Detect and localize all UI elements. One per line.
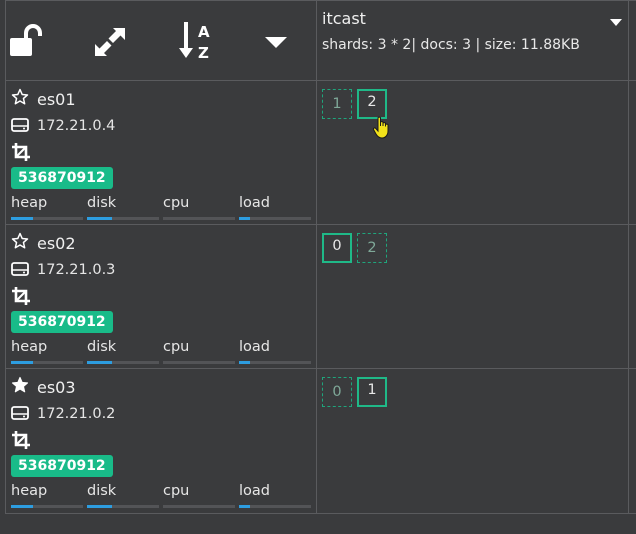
- metric-heap: heap: [11, 339, 83, 364]
- node-ip: 172.21.0.3: [37, 262, 116, 278]
- node-name[interactable]: es02: [37, 234, 76, 253]
- node-badge: 536870912: [11, 455, 113, 477]
- metric-label: cpu: [163, 483, 190, 499]
- cluster-overview-grid: A Z itcast shards: 3 * 2| docs: 3 | size…: [5, 0, 636, 514]
- metric-label: disk: [87, 483, 117, 499]
- toolbar: A Z: [5, 0, 316, 80]
- star-outline-icon: [11, 232, 29, 254]
- metric-fill: [239, 217, 250, 220]
- metric-fill: [87, 505, 113, 508]
- metric-fill: [11, 361, 33, 364]
- metric-heap: heap: [11, 195, 83, 220]
- shard-cell-es03: 0 1: [322, 369, 622, 513]
- index-menu-caret-icon[interactable]: [610, 12, 622, 31]
- metric-load: load: [239, 483, 311, 508]
- metric-bar: [239, 505, 311, 508]
- metric-cpu: cpu: [163, 195, 235, 220]
- primary-shard[interactable]: 0: [322, 233, 352, 263]
- metric-disk: disk: [87, 339, 159, 364]
- svg-text:Z: Z: [198, 44, 209, 62]
- metric-bar: [87, 217, 159, 220]
- caret-down-icon[interactable]: [264, 36, 288, 50]
- metric-bar: [239, 361, 311, 364]
- expand-icon[interactable]: [93, 26, 127, 58]
- metric-load: load: [239, 339, 311, 364]
- metric-label: load: [239, 339, 270, 355]
- metric-label: load: [239, 195, 270, 211]
- replica-shard[interactable]: 2: [357, 233, 387, 263]
- metric-bar: [11, 361, 83, 364]
- metric-bar: [163, 217, 235, 220]
- replica-shard[interactable]: 0: [322, 377, 352, 407]
- node-row-es02: es02 172.21.0.3 536870912 heap disk cpu …: [5, 225, 316, 369]
- metric-disk: disk: [87, 483, 159, 508]
- node-name-row: es03: [11, 376, 76, 398]
- node-name-row: es02: [11, 232, 76, 254]
- unlock-icon[interactable]: [9, 24, 45, 58]
- index-stats: shards: 3 * 2| docs: 3 | size: 11.88KB: [322, 37, 580, 53]
- metric-label: disk: [87, 339, 117, 355]
- node-ip-row: 172.21.0.3: [11, 260, 115, 280]
- metric-label: cpu: [163, 339, 190, 355]
- metric-bar: [87, 505, 159, 508]
- metric-bar: [87, 361, 159, 364]
- replica-shard[interactable]: 1: [322, 89, 352, 119]
- metric-label: load: [239, 483, 270, 499]
- metric-fill: [239, 505, 250, 508]
- hard-drive-icon: [11, 405, 29, 424]
- primary-shard[interactable]: 2: [357, 89, 387, 119]
- metric-bar: [11, 217, 83, 220]
- node-badge: 536870912: [11, 311, 113, 333]
- primary-shard[interactable]: 1: [357, 377, 387, 407]
- node-badge: 536870912: [11, 167, 113, 189]
- metric-label: heap: [11, 483, 48, 499]
- metric-label: cpu: [163, 195, 190, 211]
- metric-heap: heap: [11, 483, 83, 508]
- metric-bar: [163, 361, 235, 364]
- grid-line: [316, 0, 317, 514]
- node-ip-row: 172.21.0.2: [11, 404, 115, 424]
- metric-fill: [87, 217, 113, 220]
- hard-drive-icon: [11, 117, 29, 136]
- metric-fill: [87, 361, 113, 364]
- metric-bar: [163, 505, 235, 508]
- crop-icon: [12, 287, 30, 309]
- index-header: itcast shards: 3 * 2| docs: 3 | size: 11…: [318, 0, 628, 80]
- metric-bar: [239, 217, 311, 220]
- shard-cell-es02: 0 2: [322, 225, 622, 369]
- metric-disk: disk: [87, 195, 159, 220]
- hard-drive-icon: [11, 261, 29, 280]
- node-name[interactable]: es01: [37, 90, 76, 109]
- node-row-es01: es01 172.21.0.4 536870912 heap disk cpu …: [5, 81, 316, 225]
- star-outline-icon: [11, 88, 29, 110]
- node-ip-row: 172.21.0.4: [11, 116, 115, 136]
- metric-fill: [239, 361, 250, 364]
- shard-cell-es01: 1 2: [322, 81, 622, 225]
- metric-label: heap: [11, 339, 48, 355]
- node-ip: 172.21.0.4: [37, 118, 116, 134]
- sort-alpha-icon[interactable]: A Z: [179, 20, 215, 62]
- metric-cpu: cpu: [163, 483, 235, 508]
- node-ip: 172.21.0.2: [37, 406, 116, 422]
- metric-fill: [11, 217, 33, 220]
- crop-icon: [12, 143, 30, 165]
- metric-cpu: cpu: [163, 339, 235, 364]
- svg-text:A: A: [198, 23, 210, 41]
- metric-fill: [11, 505, 33, 508]
- crop-icon: [12, 431, 30, 453]
- grid-line: [5, 513, 636, 514]
- metric-load: load: [239, 195, 311, 220]
- index-name[interactable]: itcast: [322, 9, 366, 28]
- grid-line: [628, 0, 629, 514]
- metric-label: disk: [87, 195, 117, 211]
- node-name-row: es01: [11, 88, 76, 110]
- star-filled-icon: [11, 376, 29, 398]
- node-name[interactable]: es03: [37, 378, 76, 397]
- node-row-es03: es03 172.21.0.2 536870912 heap disk cpu …: [5, 369, 316, 513]
- metric-label: heap: [11, 195, 48, 211]
- metric-bar: [11, 505, 83, 508]
